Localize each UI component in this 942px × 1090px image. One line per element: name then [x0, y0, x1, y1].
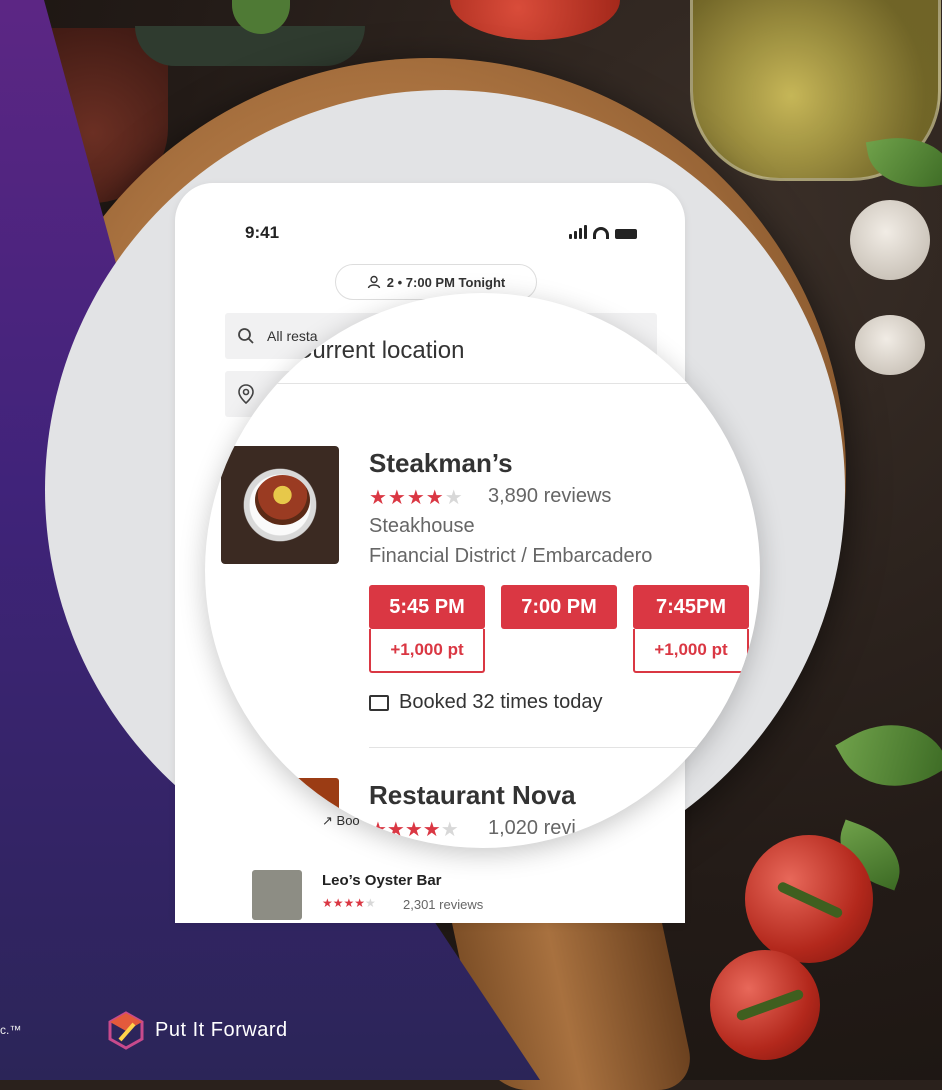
restaurant-thumbnail[interactable]: [252, 870, 302, 920]
divider: [205, 383, 760, 384]
food-plate-image: [255, 475, 310, 525]
restaurant-name[interactable]: Steakman’s: [369, 448, 513, 479]
search-icon: [238, 328, 254, 344]
time-slot-button[interactable]: 5:45 PM: [369, 585, 485, 629]
booked-count: Booked 32 times today: [369, 691, 602, 714]
battery-icon: [615, 229, 637, 239]
location-pin-icon: [238, 384, 254, 404]
review-count: 3,890 reviews: [488, 485, 612, 507]
bonus-points-badge[interactable]: +1,000 pt: [369, 629, 485, 673]
restaurant-name[interactable]: Restaurant Nova: [369, 780, 576, 811]
time-slot-button[interactable]: 7:00 PM: [501, 585, 617, 629]
signal-icon: [569, 225, 587, 239]
copyright-text: c.™: [0, 1023, 22, 1037]
review-count: 1,020 revi: [488, 817, 576, 839]
time-slot-button[interactable]: 7:45PM: [633, 585, 749, 629]
neighborhood-label: Financial District / Embarcadero: [369, 545, 653, 567]
person-icon: [367, 275, 380, 289]
rating-stars: ★★★★★: [369, 819, 459, 841]
cuisine-label: Steakhouse: [369, 515, 475, 537]
bonus-points-badge[interactable]: +1,000 pt: [633, 629, 749, 673]
brand-name: Put It Forward: [155, 1019, 288, 1041]
mushroom-image: [855, 315, 925, 375]
review-count: 2,301 reviews: [403, 897, 484, 912]
magnifier-lens: Current location Steakman’s ★★★★★ 3,890 …: [205, 293, 760, 848]
booked-count-label: Booked 32 times today: [399, 691, 603, 713]
mushroom-image: [850, 200, 930, 280]
rating-stars: ★★★★★: [369, 487, 464, 509]
put-it-forward-logo-icon: [108, 1011, 144, 1050]
party-time-label: 2 • 7:00 PM Tonight: [386, 274, 506, 290]
divider: [369, 747, 760, 748]
restaurant-thumbnail[interactable]: [275, 778, 339, 848]
location-value: Current location: [295, 337, 465, 364]
status-icons: [569, 225, 637, 239]
rating-stars: ★★★★★: [322, 896, 376, 910]
restaurant-name[interactable]: Leo’s Oyster Bar: [322, 872, 442, 889]
trend-icon: [369, 694, 389, 711]
status-time: 9:41: [245, 223, 280, 242]
wifi-icon: [593, 227, 609, 239]
